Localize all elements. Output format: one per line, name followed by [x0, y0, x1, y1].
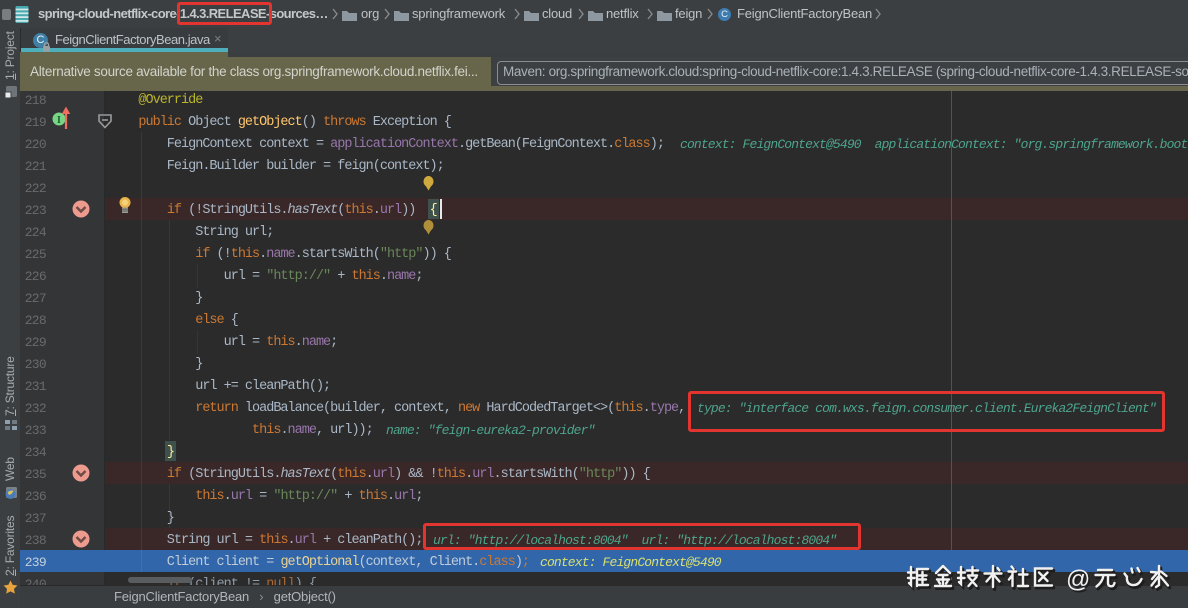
svg-text:@: @: [1066, 566, 1090, 593]
svg-text:I: I: [57, 115, 61, 126]
